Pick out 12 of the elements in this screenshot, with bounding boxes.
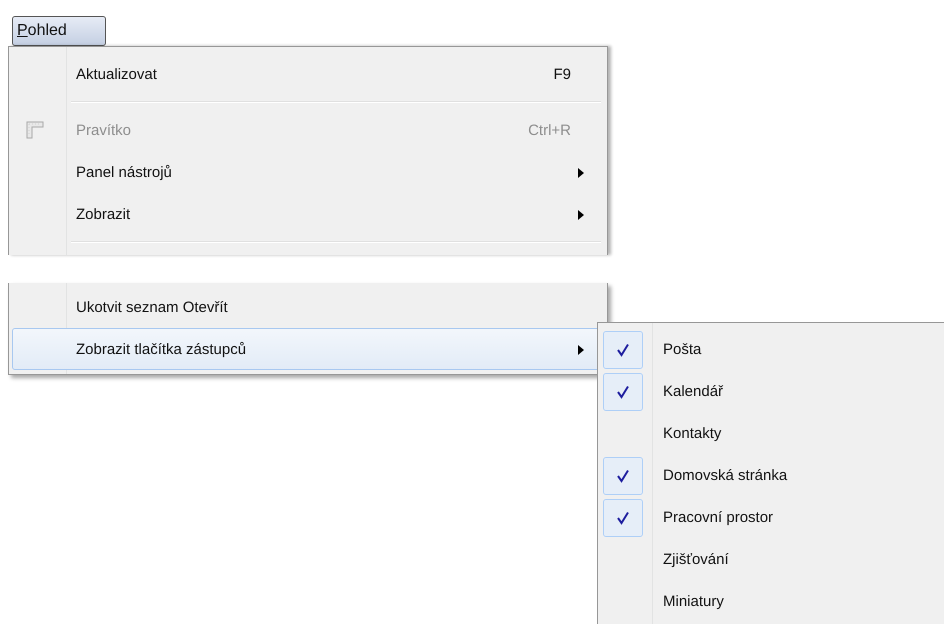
submenu-item[interactable]: Kontakty (598, 413, 944, 455)
menu-item[interactable]: Aktualizovat F9 (12, 53, 604, 95)
menu-item[interactable]: Ukotvit seznam Otevřít (12, 286, 604, 328)
submenu-item[interactable]: Zjišťování (598, 539, 944, 581)
submenu-item[interactable]: Miniatury (598, 581, 944, 623)
submenu-item[interactable]: Kalendář (598, 371, 944, 413)
ruler-icon (25, 120, 45, 140)
menu-item[interactable]: Zobrazit (12, 193, 604, 235)
submenu-item[interactable]: Domovská stránka (598, 455, 944, 497)
menu-bar-item[interactable]: Pohled (12, 16, 106, 46)
submenu-item[interactable]: Pracovní prostor (598, 497, 944, 539)
menu-item[interactable]: Panel nástrojů (12, 151, 604, 193)
